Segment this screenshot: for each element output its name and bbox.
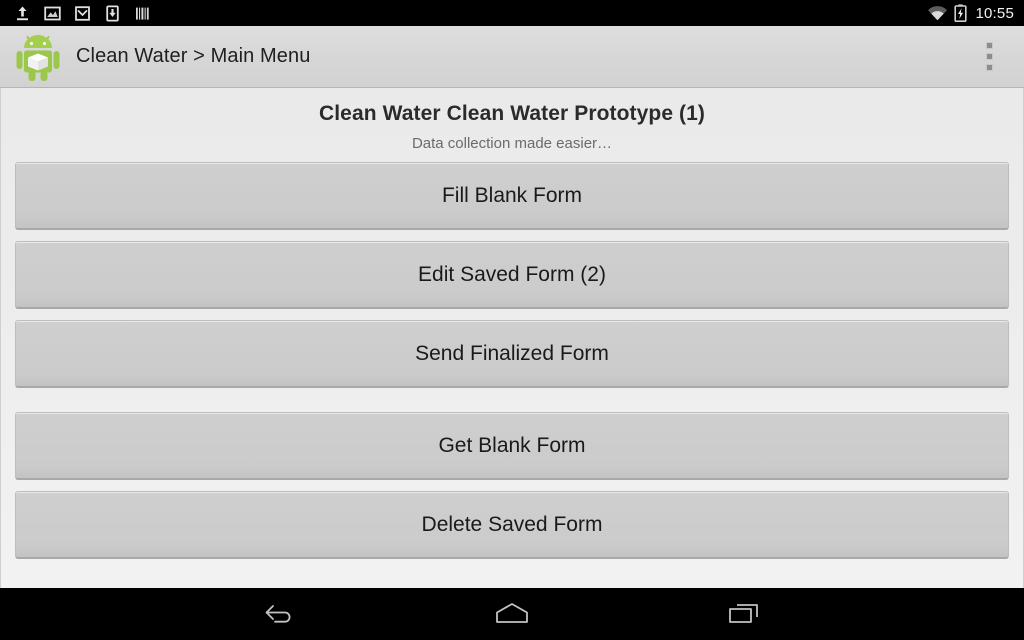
wifi-icon [928, 5, 948, 20]
send-finalized-form-button[interactable]: Send Finalized Form [15, 320, 1009, 388]
get-blank-form-button[interactable]: Get Blank Form [15, 412, 1009, 480]
odk-android-robot-icon [16, 34, 60, 81]
download-icon [106, 4, 119, 21]
app-bar-title: Clean Water > Main Menu [76, 45, 311, 67]
recent-apps-button[interactable] [713, 593, 775, 635]
status-bar-clock: 10:55 [975, 4, 1014, 22]
status-notification-icons [8, 4, 151, 22]
upload-icon [17, 6, 28, 20]
fill-blank-form-button[interactable]: Fill Blank Form [15, 162, 1009, 230]
primary-button-group: Fill Blank Form Edit Saved Form (2) Send… [1, 162, 1023, 388]
page-title: Clean Water Clean Water Prototype (1) [318, 102, 706, 125]
heading-block: Clean Water Clean Water Prototype (1) Da… [1, 88, 1023, 162]
status-system-icons: 10:55 [927, 4, 1014, 22]
page-subtitle: Data collection made easier… [411, 135, 613, 152]
overflow-menu-icon[interactable] [972, 35, 1006, 79]
battery-charging-icon [954, 4, 968, 22]
button-group-divider [1, 388, 1023, 412]
barcode-icon [136, 7, 149, 20]
secondary-button-group: Get Blank Form Delete Saved Form [1, 412, 1023, 559]
status-bar: 10:55 [0, 0, 1024, 26]
home-button[interactable] [481, 593, 543, 635]
delete-saved-form-button[interactable]: Delete Saved Form [15, 491, 1009, 559]
app-bar: Clean Water > Main Menu [0, 26, 1024, 88]
android-device-screen: 10:55 Clean Water > Main Menu Clean Wate… [0, 0, 1024, 640]
email-icon [75, 5, 90, 21]
recent-apps-icon [729, 604, 758, 623]
back-button[interactable] [249, 593, 311, 635]
home-icon [496, 603, 528, 623]
main-content: Clean Water Clean Water Prototype (1) Da… [0, 88, 1024, 588]
navigation-bar [0, 588, 1024, 640]
overflow-dot [985, 53, 993, 60]
overflow-dot [985, 42, 993, 49]
edit-saved-form-button[interactable]: Edit Saved Form (2) [15, 241, 1009, 309]
overflow-dot [985, 64, 993, 71]
back-arrow-icon [265, 605, 291, 623]
photo-icon [44, 6, 61, 20]
